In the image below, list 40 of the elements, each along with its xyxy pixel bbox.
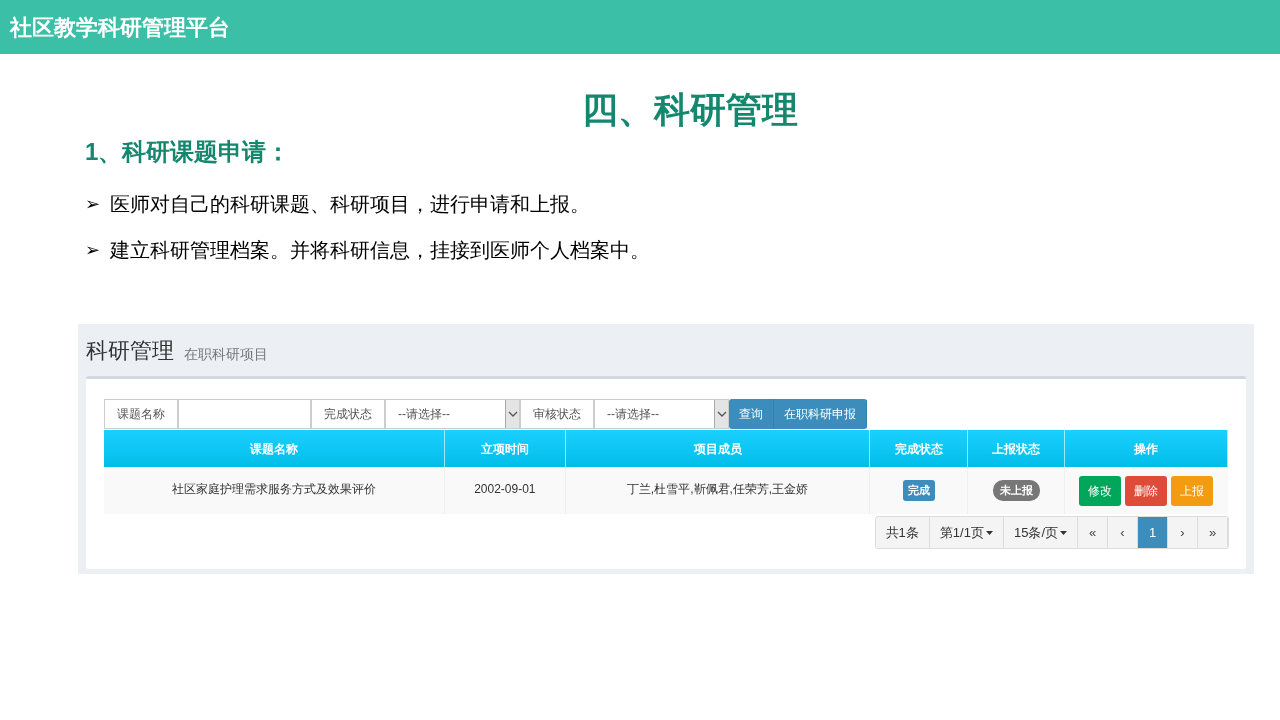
column-header: 项目成员 xyxy=(565,430,870,467)
bullet-text: 建立科研管理档案。并将科研信息，挂接到医师个人档案中。 xyxy=(110,238,650,263)
table-cell: 2002-09-01 xyxy=(444,467,566,514)
toolbar-button[interactable]: 在职科研申报 xyxy=(774,399,867,429)
chevron-down-icon xyxy=(716,411,727,417)
pagination-button[interactable]: » xyxy=(1198,517,1228,548)
app-title: 社区教学科研管理平台 xyxy=(10,13,230,42)
table-cell: 社区家庭护理需求服务方式及效果评价 xyxy=(104,467,445,514)
column-header: 课题名称 xyxy=(104,430,445,467)
column-header: 上报状态 xyxy=(967,430,1065,467)
filter-label: 完成状态 xyxy=(311,399,385,429)
bullet-marker: ➢ xyxy=(85,192,100,216)
slide-heading: 四、科研管理 xyxy=(582,88,798,132)
pagination-button[interactable]: › xyxy=(1168,517,1198,548)
bullet-text: 医师对自己的科研课题、科研项目，进行申请和上报。 xyxy=(110,192,590,217)
status-badge: 完成 xyxy=(902,480,935,501)
filter-select[interactable]: --请选择-- xyxy=(385,399,520,429)
status-badge: 未上报 xyxy=(992,480,1040,501)
caret-icon xyxy=(985,530,993,535)
total-count: 共1条 xyxy=(875,517,930,548)
bullet-marker: ➢ xyxy=(85,238,100,262)
page-title: 科研管理 xyxy=(86,337,174,365)
filter-label: 课题名称 xyxy=(104,399,178,429)
caret-icon xyxy=(1060,530,1067,535)
action-button[interactable]: 删除 xyxy=(1125,475,1168,506)
column-header: 立项时间 xyxy=(444,430,566,467)
chevron-down-icon xyxy=(507,411,518,417)
filter-input[interactable] xyxy=(178,399,311,429)
column-header: 完成状态 xyxy=(869,430,968,467)
pagination-button[interactable]: 1 xyxy=(1138,517,1168,548)
section-heading: 1、科研课题申请： xyxy=(85,137,292,167)
table-cell: 丁兰,杜雪平,靳佩君,任荣芳,王金娇 xyxy=(565,467,870,514)
page-dropdown[interactable]: 第1/1页 xyxy=(929,517,1004,548)
page-size-dropdown[interactable]: 15条/页 xyxy=(1003,517,1078,548)
filter-label: 审核状态 xyxy=(520,399,594,429)
filter-select[interactable]: --请选择-- xyxy=(594,399,729,429)
pagination-button[interactable]: « xyxy=(1078,517,1108,548)
column-header: 操作 xyxy=(1064,430,1228,467)
toolbar-button[interactable]: 查询 xyxy=(729,399,774,429)
page-subtitle: 在职科研项目 xyxy=(184,345,268,364)
